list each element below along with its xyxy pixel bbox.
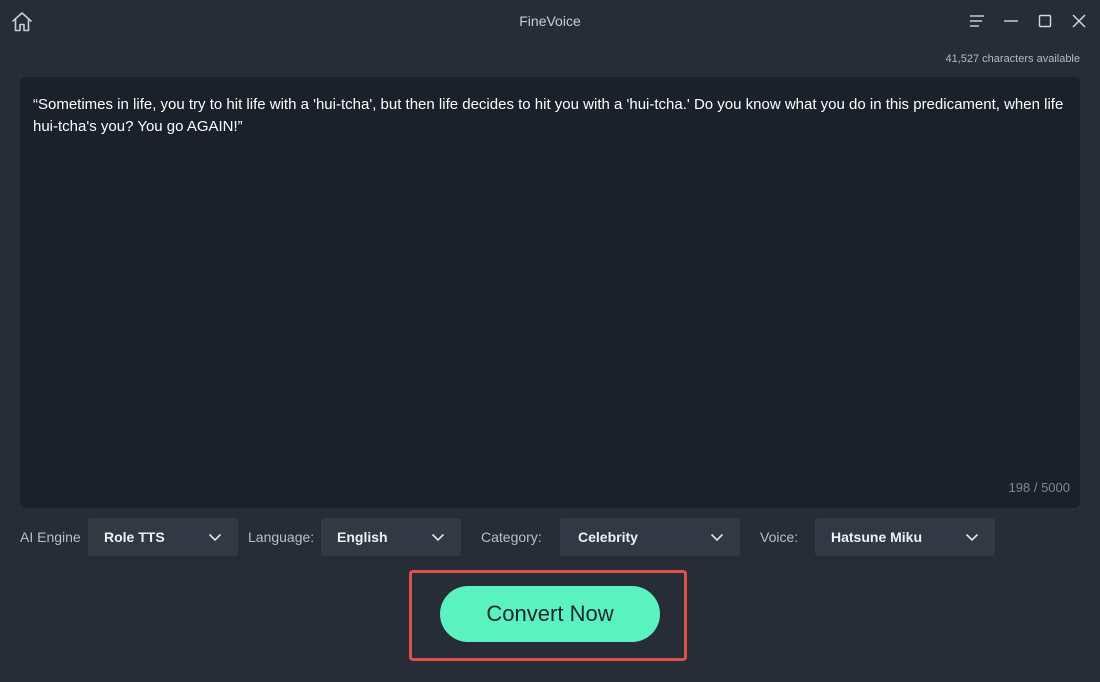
editor-text[interactable]: “Sometimes in life, you try to hit life …	[33, 94, 1069, 138]
hamburger-menu-icon	[970, 15, 984, 27]
chevron-down-icon	[208, 533, 222, 542]
convert-now-button[interactable]: Convert Now	[440, 586, 660, 642]
voice-label: Voice:	[760, 529, 799, 545]
ai-engine-dropdown[interactable]: Role TTS	[88, 518, 238, 556]
minimize-icon	[1004, 20, 1018, 22]
title-bar: FineVoice	[0, 0, 1100, 44]
minimize-button[interactable]	[1001, 11, 1021, 31]
category-value: Celebrity	[578, 529, 638, 545]
chevron-down-icon	[710, 533, 724, 542]
close-button[interactable]	[1069, 11, 1089, 31]
ai-engine-value: Role TTS	[104, 529, 165, 545]
language-label: Language:	[248, 529, 315, 545]
menu-button[interactable]	[967, 11, 987, 31]
chevron-down-icon	[965, 533, 979, 542]
ai-engine-label: AI Engine	[20, 529, 81, 545]
chevron-down-icon	[431, 533, 445, 542]
category-label: Category:	[481, 529, 542, 545]
maximize-button[interactable]	[1035, 11, 1055, 31]
text-editor[interactable]: “Sometimes in life, you try to hit life …	[20, 77, 1080, 508]
voice-settings-bar: AI Engine Role TTS Language: English Cat…	[0, 518, 1100, 556]
characters-available-text: 41,527 characters available	[945, 53, 1080, 65]
character-counter: 198 / 5000	[1008, 480, 1070, 495]
language-value: English	[337, 529, 388, 545]
category-dropdown[interactable]: Celebrity	[560, 518, 740, 556]
language-dropdown[interactable]: English	[321, 518, 461, 556]
maximize-icon	[1038, 14, 1052, 28]
close-icon	[1072, 14, 1086, 28]
voice-dropdown[interactable]: Hatsune Miku	[815, 518, 995, 556]
finevoice-window: FineVoice 41,527 characters available “S…	[0, 0, 1100, 682]
voice-value: Hatsune Miku	[831, 529, 923, 545]
app-title: FineVoice	[519, 13, 581, 29]
